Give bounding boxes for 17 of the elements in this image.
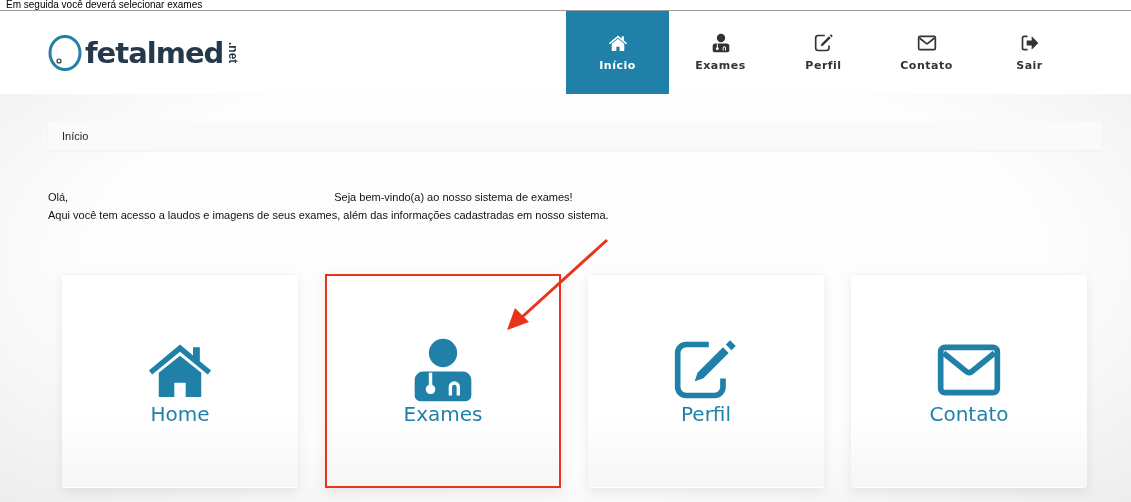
- logo-suffix: .net: [226, 41, 241, 64]
- breadcrumb-link[interactable]: Início: [62, 130, 89, 142]
- exit-icon: [1019, 33, 1040, 53]
- edit-icon: [813, 33, 834, 53]
- doctor-icon: [710, 33, 731, 53]
- nav-tab[interactable]: Início: [566, 11, 669, 94]
- egg-logo-icon: [48, 34, 82, 71]
- envelope-icon: [916, 33, 937, 53]
- home-icon: [607, 33, 628, 53]
- greeting-text: Olá,: [48, 190, 69, 205]
- logo-text: fetalmed: [85, 35, 224, 70]
- menu-card[interactable]: Perfil: [588, 274, 824, 488]
- info-text: Aqui você tem acesso a laudos e imagens de seus exames, além das informações cadastradas em nosso sistema.: [48, 208, 610, 223]
- menu-card[interactable]: Home: [62, 274, 298, 488]
- menu-card[interactable]: Exames: [325, 274, 561, 488]
- menu-card[interactable]: Contato: [851, 274, 1087, 488]
- welcome-text: Seja bem-vindo(a) ao nosso sistema de exames!: [334, 190, 573, 205]
